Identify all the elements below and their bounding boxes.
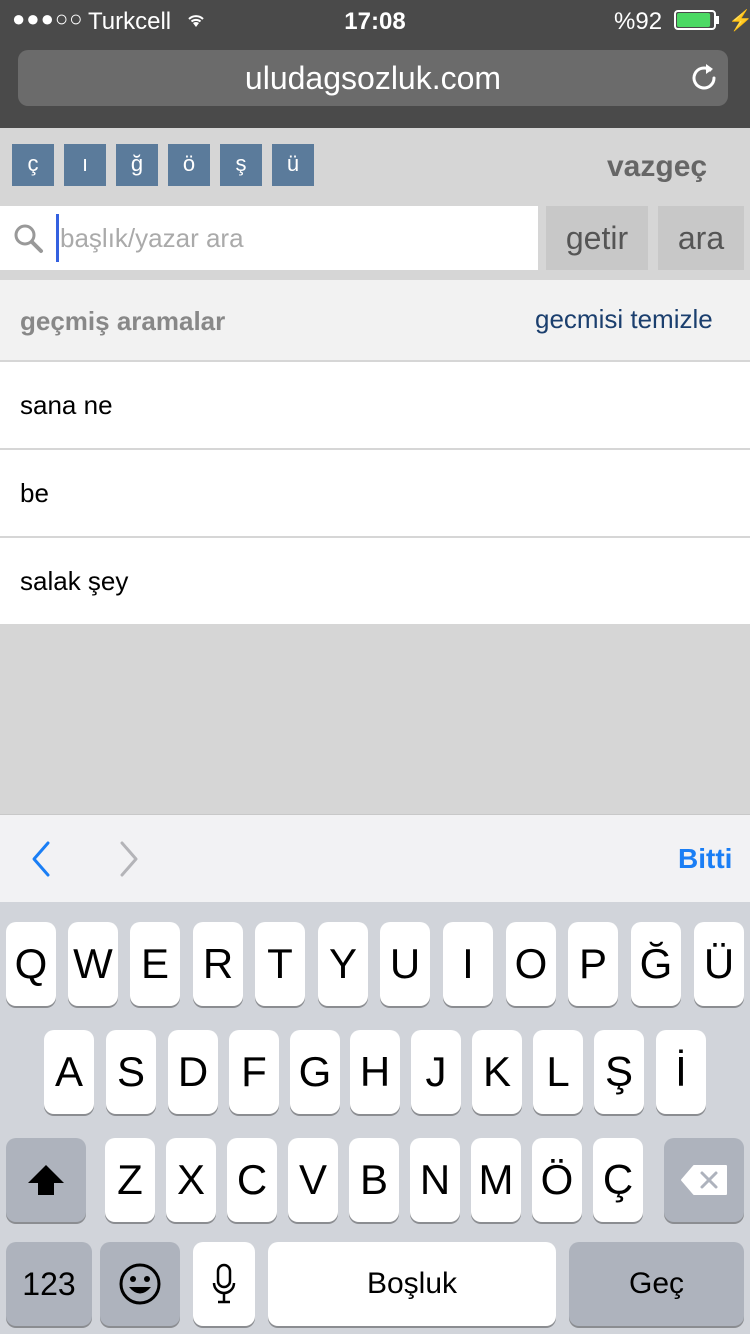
previous-field-icon[interactable] xyxy=(26,837,58,881)
url-text[interactable]: uludagsozluk.com xyxy=(18,60,728,97)
key-c[interactable]: C xyxy=(227,1138,277,1222)
dictation-key[interactable] xyxy=(193,1242,255,1326)
key-v[interactable]: V xyxy=(288,1138,338,1222)
history-item[interactable]: sana ne xyxy=(0,362,750,450)
status-bar: ●●●○○ Turkcell 17:08 %92 ⚡ xyxy=(0,0,750,40)
char-button-g-breve[interactable]: ğ xyxy=(116,144,158,186)
key-g-breve[interactable]: Ğ xyxy=(631,922,681,1006)
key-e[interactable]: E xyxy=(130,922,180,1006)
key-j[interactable]: J xyxy=(411,1030,461,1114)
go-key[interactable]: Geç xyxy=(569,1242,744,1326)
key-o-umlaut[interactable]: Ö xyxy=(532,1138,582,1222)
key-u-umlaut[interactable]: Ü xyxy=(694,922,744,1006)
backspace-key[interactable] xyxy=(664,1138,744,1222)
cancel-button[interactable]: vazgeç xyxy=(607,150,707,184)
key-o[interactable]: O xyxy=(506,922,556,1006)
shift-key[interactable] xyxy=(6,1138,86,1222)
ara-button[interactable]: ara xyxy=(658,206,744,270)
key-n[interactable]: N xyxy=(410,1138,460,1222)
key-i-dot[interactable]: İ xyxy=(656,1030,706,1114)
key-q[interactable]: Q xyxy=(6,922,56,1006)
getir-button[interactable]: getir xyxy=(546,206,648,270)
reload-icon[interactable] xyxy=(686,60,722,96)
key-l[interactable]: L xyxy=(533,1030,583,1114)
key-s[interactable]: S xyxy=(106,1030,156,1114)
key-k[interactable]: K xyxy=(472,1030,522,1114)
history-item-label: sana ne xyxy=(20,390,113,420)
search-box[interactable] xyxy=(0,206,538,270)
key-c-cedilla[interactable]: Ç xyxy=(593,1138,643,1222)
key-s-cedilla[interactable]: Ş xyxy=(594,1030,644,1114)
char-button-dotless-i[interactable]: ı xyxy=(64,144,106,186)
keyboard-accessory-bar: Bitti xyxy=(0,814,750,903)
history-item-label: salak şey xyxy=(20,566,129,596)
next-field-icon[interactable] xyxy=(112,837,144,881)
char-button-c-cedilla[interactable]: ç xyxy=(12,144,54,186)
history-item[interactable]: salak şey xyxy=(0,538,750,626)
key-t[interactable]: T xyxy=(255,922,305,1006)
key-r[interactable]: R xyxy=(193,922,243,1006)
key-u[interactable]: U xyxy=(380,922,430,1006)
battery-percentage: %92 xyxy=(614,8,663,35)
numbers-key[interactable]: 123 xyxy=(6,1242,92,1326)
key-b[interactable]: B xyxy=(349,1138,399,1222)
char-button-o-umlaut[interactable]: ö xyxy=(168,144,210,186)
keyboard: Q W E R T Y U I O P Ğ Ü A S D F G H J K … xyxy=(0,902,750,1334)
key-y[interactable]: Y xyxy=(318,922,368,1006)
key-i[interactable]: I xyxy=(443,922,493,1006)
key-d[interactable]: D xyxy=(168,1030,218,1114)
microphone-icon xyxy=(212,1263,236,1304)
char-button-u-umlaut[interactable]: ü xyxy=(272,144,314,186)
key-m[interactable]: M xyxy=(471,1138,521,1222)
clear-history-link[interactable]: gecmisi temizle xyxy=(535,304,713,335)
search-input[interactable] xyxy=(58,222,522,254)
done-button[interactable]: Bitti xyxy=(678,843,732,875)
history-title: geçmiş aramalar xyxy=(20,306,226,336)
search-icon xyxy=(14,224,43,253)
key-h[interactable]: H xyxy=(350,1030,400,1114)
address-bar[interactable]: uludagsozluk.com xyxy=(18,50,728,106)
history-header: geçmiş aramalar gecmisi temizle xyxy=(0,280,750,362)
special-char-bar: ç ı ğ ö ş ü vazgeç xyxy=(0,128,750,202)
browser-top-bar: ●●●○○ Turkcell 17:08 %92 ⚡ uludagsozluk.… xyxy=(0,0,750,128)
emoji-key[interactable] xyxy=(100,1242,180,1326)
key-x[interactable]: X xyxy=(166,1138,216,1222)
history-item[interactable]: be xyxy=(0,450,750,538)
char-button-s-cedilla[interactable]: ş xyxy=(220,144,262,186)
shift-icon xyxy=(28,1165,64,1195)
space-key[interactable]: Boşluk xyxy=(268,1242,556,1326)
key-g[interactable]: G xyxy=(290,1030,340,1114)
emoji-icon xyxy=(119,1263,161,1305)
battery-icon xyxy=(674,10,719,30)
key-f[interactable]: F xyxy=(229,1030,279,1114)
key-z[interactable]: Z xyxy=(105,1138,155,1222)
history-item-label: be xyxy=(20,478,49,508)
key-a[interactable]: A xyxy=(44,1030,94,1114)
key-p[interactable]: P xyxy=(568,922,618,1006)
charging-icon: ⚡ xyxy=(728,10,750,32)
key-w[interactable]: W xyxy=(68,922,118,1006)
search-row: getir ara xyxy=(0,202,750,278)
backspace-icon xyxy=(681,1165,727,1195)
